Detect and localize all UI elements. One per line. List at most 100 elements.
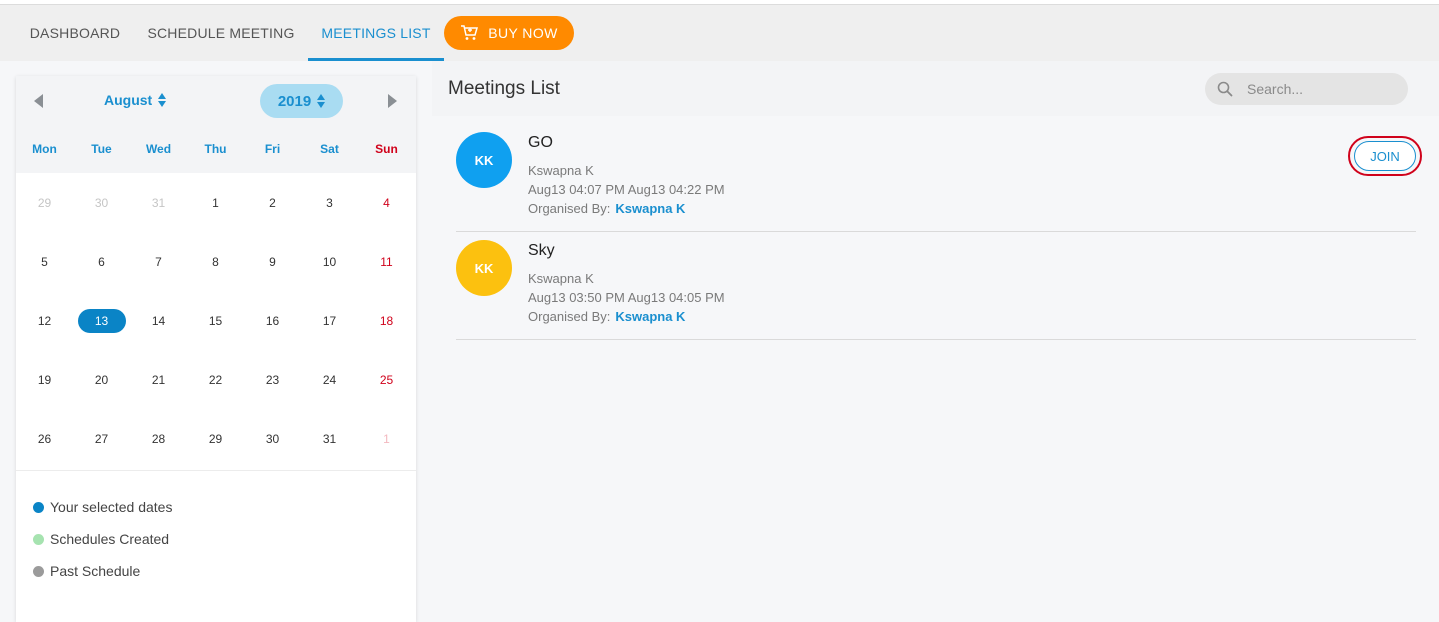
- organised-by-label: Organised By:: [528, 309, 611, 324]
- organiser-link[interactable]: Kswapna K: [615, 309, 685, 324]
- tab-dashboard[interactable]: DASHBOARD: [16, 5, 134, 61]
- prev-month-icon[interactable]: [34, 94, 43, 108]
- day-number: 7: [155, 255, 162, 269]
- calendar-day[interactable]: 5: [16, 250, 73, 274]
- calendar-day[interactable]: 1: [187, 191, 244, 215]
- calendar-day[interactable]: 31: [130, 191, 187, 215]
- day-number: 19: [37, 373, 52, 387]
- calendar-day[interactable]: 26: [16, 427, 73, 451]
- legend-selected-dates: Your selected dates: [33, 499, 172, 515]
- calendar-day[interactable]: 19: [16, 368, 73, 392]
- day-number: 25: [379, 373, 394, 387]
- calendar-day[interactable]: 2: [244, 191, 301, 215]
- calendar-day[interactable]: 25: [358, 368, 415, 392]
- calendar-day[interactable]: 15: [187, 309, 244, 333]
- calendar-day[interactable]: 30: [244, 427, 301, 451]
- calendar-day[interactable]: 17: [301, 309, 358, 333]
- calendar-day[interactable]: 23: [244, 368, 301, 392]
- calendar-day[interactable]: 3: [301, 191, 358, 215]
- meeting-host: Kswapna K: [528, 271, 594, 286]
- weekday-label: Tue: [91, 142, 112, 156]
- calendar-day[interactable]: 6: [73, 250, 130, 274]
- day-number: 24: [322, 373, 337, 387]
- day-number: 1: [212, 196, 219, 210]
- month-selector[interactable]: August: [104, 92, 167, 108]
- day-number: 30: [265, 432, 280, 446]
- dot-icon: [33, 565, 44, 577]
- day-number: 14: [151, 314, 166, 328]
- join-button[interactable]: JOIN: [1354, 141, 1416, 171]
- calendar-day[interactable]: 18: [358, 309, 415, 333]
- weekday-label: Fri: [264, 142, 281, 156]
- meeting-title: GO: [528, 134, 553, 151]
- calendar-day[interactable]: 31: [301, 427, 358, 451]
- cart-icon: [461, 25, 479, 40]
- buy-now-button[interactable]: BUY NOW: [444, 16, 574, 50]
- day-number: 11: [380, 255, 393, 269]
- legend-label: Your selected dates: [50, 499, 173, 515]
- legend-past-schedule: Past Schedule: [33, 563, 140, 579]
- day-number: 22: [208, 373, 223, 387]
- calendar-day[interactable]: 29: [16, 191, 73, 215]
- dot-icon: [33, 501, 44, 513]
- calendar-day[interactable]: 8: [187, 250, 244, 274]
- day-number: 31: [322, 432, 337, 446]
- tab-schedule-meeting[interactable]: SCHEDULE MEETING: [140, 5, 302, 61]
- day-number: 31: [151, 196, 166, 210]
- search-input[interactable]: [1247, 81, 1387, 97]
- calendar-day[interactable]: 20: [73, 368, 130, 392]
- meetings-list-header: Meetings List: [432, 61, 1439, 116]
- calendar-day[interactable]: 1: [358, 427, 415, 451]
- weekday-label: Mon: [32, 142, 57, 156]
- calendar-day[interactable]: 13: [73, 309, 130, 333]
- day-number: 18: [379, 314, 394, 328]
- sort-arrows-icon: [158, 93, 167, 107]
- search-box[interactable]: [1205, 73, 1408, 105]
- calendar-day[interactable]: 9: [244, 250, 301, 274]
- day-number: 3: [326, 196, 333, 210]
- day-number: 10: [322, 255, 337, 269]
- meeting-item[interactable]: KK Sky Kswapna K Aug13 03:50 PM Aug13 04…: [456, 232, 1416, 340]
- page-title: Meetings List: [448, 78, 560, 99]
- organiser-link[interactable]: Kswapna K: [615, 201, 685, 216]
- next-month-icon[interactable]: [388, 94, 397, 108]
- day-number: 23: [265, 373, 280, 387]
- day-number: 1: [383, 432, 390, 446]
- tab-meetings-list[interactable]: MEETINGS LIST: [308, 5, 444, 61]
- day-number: 27: [94, 432, 109, 446]
- calendar-day[interactable]: 7: [130, 250, 187, 274]
- calendar-day[interactable]: 14: [130, 309, 187, 333]
- weekday-label: Wed: [145, 142, 172, 156]
- day-number: 12: [37, 314, 52, 328]
- calendar-day[interactable]: 27: [73, 427, 130, 451]
- divider: [16, 470, 416, 471]
- calendar-day[interactable]: 29: [187, 427, 244, 451]
- calendar-day[interactable]: 21: [130, 368, 187, 392]
- calendar-day[interactable]: 30: [73, 191, 130, 215]
- calendar-panel: August 2019 Mon Tue Wed Thu Fri Sat Sun …: [16, 76, 416, 622]
- weekday-label: Thu: [204, 142, 227, 156]
- day-number: 21: [151, 373, 166, 387]
- day-number: 28: [151, 432, 166, 446]
- weekday-label: Sat: [320, 142, 339, 156]
- year-label: 2019: [277, 92, 312, 110]
- day-number: 30: [94, 196, 109, 210]
- calendar-day[interactable]: 22: [187, 368, 244, 392]
- day-number: 29: [208, 432, 223, 446]
- day-number: 8: [212, 255, 219, 269]
- calendar-day[interactable]: 28: [130, 427, 187, 451]
- legend-schedules-created: Schedules Created: [33, 531, 169, 547]
- calendar-day[interactable]: 10: [301, 250, 358, 274]
- meeting-item[interactable]: KK GO Kswapna K Aug13 04:07 PM Aug13 04:…: [456, 124, 1422, 232]
- calendar-day[interactable]: 16: [244, 309, 301, 333]
- day-number: 5: [41, 255, 48, 269]
- meeting-organiser: Organised By: Kswapna K: [528, 201, 685, 216]
- calendar-day[interactable]: 24: [301, 368, 358, 392]
- year-selector[interactable]: 2019: [260, 84, 343, 118]
- day-number: 9: [269, 255, 276, 269]
- day-number: 13: [77, 309, 126, 333]
- top-navigation: DASHBOARD SCHEDULE MEETING MEETINGS LIST…: [0, 5, 1439, 61]
- calendar-day[interactable]: 11: [358, 250, 415, 274]
- calendar-day[interactable]: 4: [358, 191, 415, 215]
- calendar-day[interactable]: 12: [16, 309, 73, 333]
